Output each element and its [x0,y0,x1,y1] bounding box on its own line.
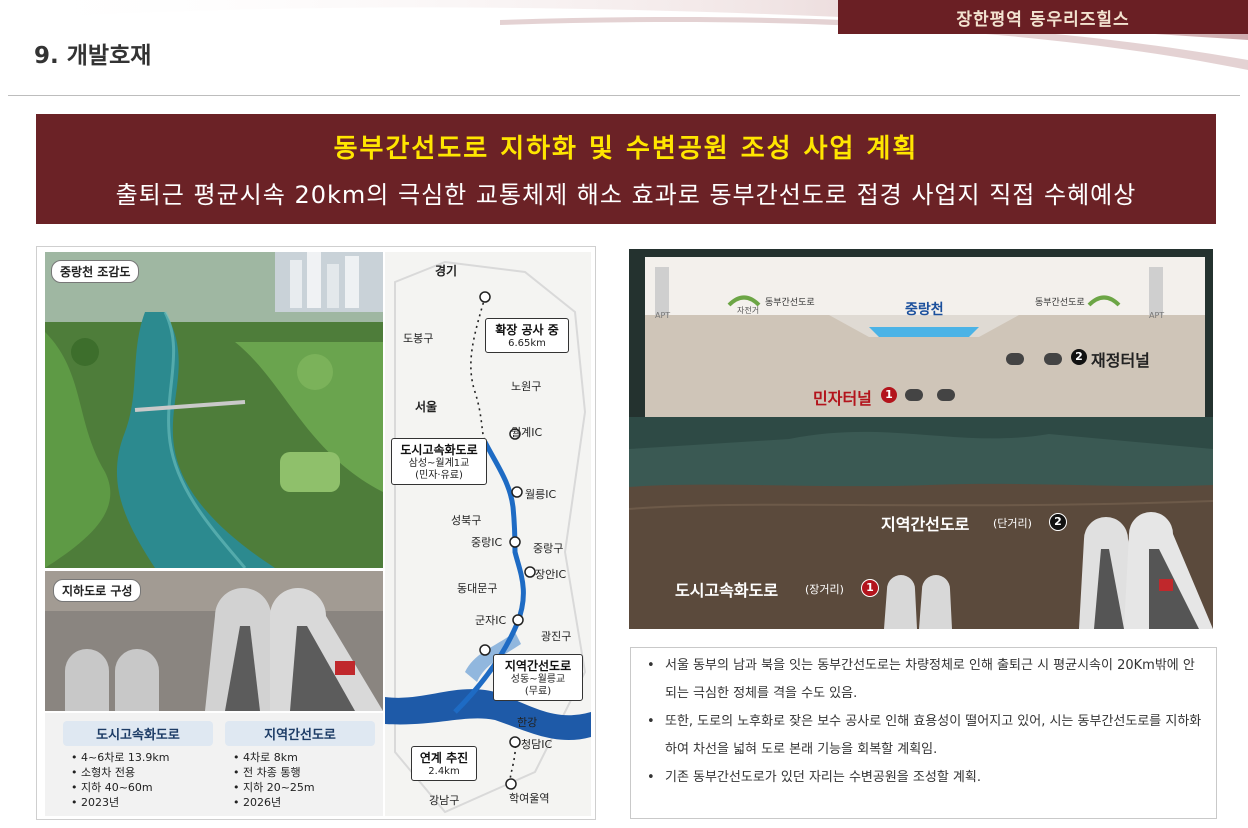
link-plan-title: 연계 추진 [419,751,469,765]
regional-road-number: 2 [1049,513,1067,531]
spec-item: • 4차로 8km [233,751,298,764]
map-label-seongbuk: 성북구 [451,514,482,527]
spec-item: • 전 차종 통행 [233,766,301,779]
spec-item: • 2023년 [71,796,120,809]
urban-highway-route-fee: (민자·유료) [415,470,463,481]
regional-road-route-title: 지역간선도로 [504,659,572,673]
tunnel-structure-illustration: 지하도로 구성 [45,571,383,711]
map-label-jungnang-ic: 중랑IC [471,536,503,549]
map-label-nowon: 노원구 [511,380,542,393]
note-item: 또한, 도로의 노후화로 잦은 보수 공사로 인해 효용성이 떨어지고 있어, … [643,708,1204,764]
road-spec-area: 도시고속화도로 • 4~6차로 13.9km • 소형차 전용 • 지하 40~… [45,713,383,816]
urban-highway-spec-title: 도시고속화도로 [63,721,213,746]
map-label-dobong: 도봉구 [403,332,434,345]
urban-highway-note: (장거리) [805,583,844,596]
map-label-jungnang-gu: 중랑구 [533,542,564,555]
map-label-gwangjin: 광진구 [541,630,572,643]
regional-road-note: (단거리) [993,517,1032,530]
urban-highway-spec: 도시고속화도로 • 4~6차로 13.9km • 소형차 전용 • 지하 40~… [63,721,213,810]
urban-highway-route-title: 도시고속화도로 [400,443,478,457]
tunnel-structure-tag: 지하도로 구성 [53,579,142,602]
section-label-bike-path: 자전거 [737,306,760,315]
notes-list: 서울 동부의 남과 북을 잇는 동부간선도로는 차량정체로 인해 출퇴근 시 평… [643,652,1204,792]
note-item: 기존 동부간선도로가 있던 자리는 수변공원을 조성할 계획. [643,764,1204,792]
section-label-stream: 중랑천 [905,302,944,318]
aerial-view-illustration: 중랑천 조감도 [45,252,383,568]
reorg-tunnel-label: 재정터널 [1091,351,1150,370]
expansion-work-title: 확장 공사 중 [495,323,559,337]
urban-highway-label: 도시고속화도로 [675,581,779,600]
section-label-road-left: 동부간선도로 [765,298,815,308]
spec-item: • 4~6차로 13.9km [71,751,170,764]
page-title: 9. 개발호재 [34,43,152,69]
headline-subtitle: 출퇴근 평균시속 20km의 극심한 교통체제 해소 효과로 동부간선도로 접경… [115,181,1137,209]
regional-road-route-fee: (무료) [524,686,552,697]
route-map: 경기 도봉구 노원구 서울 월계IC 월릉IC 성북구 중랑IC 중랑구 장안I… [385,252,591,816]
urban-highway-route-section: 삼성~월계1교 [408,458,470,469]
link-plan-box: 연계 추진 2.4km [411,746,477,781]
map-label-gunja-ic: 군자IC [475,614,507,627]
section-label-apt-left: APT [655,311,671,320]
cross-section-illustration: APT APT 자전거 동부간선도로 동부간선도로 중랑천 2 재정터널 민자터… [629,249,1213,629]
aerial-view-tag: 중랑천 조감도 [51,260,140,283]
notes-box: 서울 동부의 남과 북을 잇는 동부간선도로는 차량정체로 인해 출퇴근 시 평… [630,647,1217,819]
urban-highway-spec-list: • 4~6차로 13.9km • 소형차 전용 • 지하 40~60m • 20… [63,750,213,810]
note-item: 서울 동부의 남과 북을 잇는 동부간선도로는 차량정체로 인해 출퇴근 시 평… [643,652,1204,708]
regional-road-route-section: 성동~월릉교 [510,674,566,685]
map-label-wolleung-ic: 월릉IC [525,488,557,501]
private-tunnel-label: 민자터널 [813,389,872,408]
spec-item: • 지하 20~25m [233,781,315,794]
headline-banner: 동부간선도로 지하화 및 수변공원 조성 사업 계획 출퇴근 평균시속 20km… [36,114,1216,224]
map-label-hangang: 한강 [517,716,538,729]
brand-name-bar: 장한평역 동우리즈힐스 [838,0,1248,34]
map-label-dongdaemun: 동대문구 [457,582,498,595]
regional-road-spec-title: 지역간선도로 [225,721,375,746]
regional-road-label: 지역간선도로 [881,515,970,534]
title-divider [8,95,1240,96]
reorg-tunnel-number: 2 [1071,349,1087,365]
regional-road-route-box: 지역간선도로 성동~월릉교 (무료) [493,654,583,701]
regional-road-spec-list: • 4차로 8km • 전 차종 통행 • 지하 20~25m • 2026년 [225,750,375,810]
development-map-panel: 중랑천 조감도 지하도로 구성 도시고속화도로 • 4~6차로 13.9km •… [36,246,596,820]
spec-item: • 지하 40~60m [71,781,153,794]
map-label-cheongdam-ic: 청담IC [521,738,553,751]
private-tunnel-number: 1 [881,387,897,403]
aerial-view-image [45,252,383,568]
map-label-jangan-ic: 장안IC [535,568,567,581]
headline-title: 동부간선도로 지하화 및 수변공원 조성 사업 계획 [333,134,919,164]
spec-item: • 소형차 전용 [71,766,136,779]
regional-road-spec: 지역간선도로 • 4차로 8km • 전 차종 통행 • 지하 20~25m •… [225,721,375,810]
section-label-road-right: 동부간선도로 [1035,298,1085,308]
section-label-apt-right: APT [1149,311,1165,320]
link-plan-length: 2.4km [428,766,460,777]
expansion-work-length: 6.65km [508,338,546,349]
map-label-gangnam: 강남구 [429,794,460,807]
map-label-seoul: 서울 [415,400,438,414]
map-label-wolgye-ic: 월계IC [511,426,543,439]
expansion-work-box: 확장 공사 중 6.65km [485,318,569,353]
map-label-hakyeoul: 학여울역 [509,792,550,805]
map-label-gyeonggi: 경기 [435,264,458,278]
spec-item: • 2026년 [233,796,282,809]
urban-highway-route-box: 도시고속화도로 삼성~월계1교 (민자·유료) [391,438,487,485]
urban-highway-number: 1 [861,579,879,597]
